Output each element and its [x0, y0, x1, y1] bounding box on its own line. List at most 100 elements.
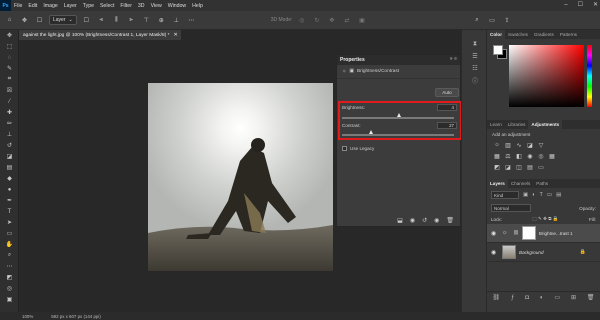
move-tool-icon[interactable]: ✥ — [19, 15, 30, 26]
hand-tool-icon[interactable]: ✋ — [0, 239, 19, 250]
new-adjustment-icon[interactable]: ◐ — [540, 295, 544, 301]
use-legacy-checkbox[interactable] — [342, 146, 347, 151]
contrast-slider-thumb[interactable] — [368, 130, 373, 134]
invert-icon[interactable]: ◩ — [493, 164, 501, 171]
menu-3d[interactable]: 3D — [135, 3, 148, 9]
layer-mask-thumbnail[interactable] — [521, 226, 536, 240]
workspace-icon[interactable]: ▭ — [486, 15, 497, 26]
brightness-adjust-icon[interactable]: ☼ — [493, 142, 501, 149]
new-layer-icon[interactable]: ⊞ — [571, 294, 576, 301]
photo-filter-icon[interactable]: ◉ — [526, 153, 534, 160]
color-swatch-icon[interactable]: ◩ — [0, 272, 19, 283]
kind-filter-dropdown[interactable]: Kind — [491, 191, 519, 199]
tab-swatches[interactable]: Swatches — [505, 30, 531, 39]
lasso-tool-icon[interactable]: ◌ — [0, 52, 19, 63]
align-middle-icon[interactable]: ⊕ — [156, 15, 167, 26]
reset-icon[interactable]: ↺ — [422, 217, 427, 224]
tab-paths[interactable]: Paths — [533, 179, 551, 188]
3d-roll-icon[interactable]: ↻ — [311, 15, 322, 26]
layer-row-background[interactable]: ◉ Background 🔒 — [487, 243, 600, 262]
type-tool-icon[interactable]: T — [0, 206, 19, 217]
pen-tool-icon[interactable]: ✒ — [0, 195, 19, 206]
brightness-field[interactable]: 4 — [437, 104, 457, 111]
contrast-field[interactable]: 27 — [437, 122, 457, 129]
rectangle-tool-icon[interactable]: ▭ — [0, 228, 19, 239]
more-options-icon[interactable]: ⋯ — [186, 15, 197, 26]
tab-gradients[interactable]: Gradients — [531, 30, 557, 39]
zoom-level[interactable]: 100% — [22, 314, 33, 319]
frame-tool-icon[interactable]: ☒ — [0, 85, 19, 96]
home-icon[interactable]: ⌂ — [4, 15, 15, 26]
menu-type[interactable]: Type — [80, 3, 97, 9]
color-lookup-icon[interactable]: ▦ — [548, 153, 556, 160]
layer-name[interactable]: Brightne...trast 1 — [539, 231, 573, 236]
threshold-icon[interactable]: ◫ — [515, 164, 523, 171]
history-icon[interactable]: ⧗ — [462, 38, 488, 50]
document-tab[interactable]: against the light.jpg @ 100% (Brightness… — [19, 30, 182, 40]
quick-mask-icon[interactable]: ◎ — [0, 283, 19, 294]
marquee-tool-icon[interactable]: ⬚ — [0, 41, 19, 52]
view-previous-icon[interactable]: ◉ — [410, 217, 415, 224]
tab-layers[interactable]: Layers — [487, 179, 508, 188]
smart-object-filter-icon[interactable]: ▤ — [556, 192, 561, 198]
visibility-icon[interactable]: ◉ — [434, 217, 439, 224]
tab-channels[interactable]: Channels — [508, 179, 533, 188]
menu-window[interactable]: Window — [165, 3, 189, 9]
align-bottom-icon[interactable]: ⊥ — [171, 15, 182, 26]
tab-libraries[interactable]: Libraries — [505, 120, 529, 129]
brush-tool-icon[interactable]: ✏ — [0, 118, 19, 129]
gradient-tool-icon[interactable]: ▤ — [0, 162, 19, 173]
visibility-eye-icon[interactable]: ◉ — [491, 249, 499, 256]
panel-menu-icon[interactable]: » ≡ — [450, 56, 457, 62]
search-icon[interactable]: ⌕ — [471, 15, 482, 26]
hue-slider[interactable] — [587, 45, 592, 107]
screen-mode-icon[interactable]: ▣ — [0, 294, 19, 305]
menu-select[interactable]: Select — [97, 3, 117, 9]
blend-mode-dropdown[interactable]: Normal — [491, 204, 531, 212]
levels-icon[interactable]: ▥ — [504, 142, 512, 149]
eyedropper-tool-icon[interactable]: ⁄ — [0, 96, 19, 107]
adjustment-filter-icon[interactable]: ◐ — [532, 192, 535, 198]
menu-help[interactable]: Help — [189, 3, 206, 9]
quick-select-tool-icon[interactable]: ✎ — [0, 63, 19, 74]
auto-select-dropdown[interactable]: Layer ⌄ — [49, 15, 77, 25]
lock-icon[interactable]: 🔒 — [580, 249, 586, 255]
move-tool-icon[interactable]: ✥ — [0, 30, 19, 41]
type-filter-icon[interactable]: T — [540, 192, 543, 198]
close-tab-icon[interactable]: ✕ — [173, 33, 177, 38]
link-layers-icon[interactable]: ⛓ — [492, 294, 500, 301]
align-left-icon[interactable]: ⫷ — [96, 15, 107, 26]
brightness-slider-track[interactable] — [342, 117, 454, 119]
color-picker-field[interactable] — [509, 45, 584, 107]
crop-tool-icon[interactable]: ⌗ — [0, 74, 19, 85]
history-brush-tool-icon[interactable]: ↺ — [0, 140, 19, 151]
mask-icon[interactable]: ▣ — [349, 69, 354, 74]
new-group-icon[interactable]: ▭ — [554, 294, 560, 301]
menu-file[interactable]: File — [11, 3, 25, 9]
pixel-filter-icon[interactable]: ▣ — [523, 192, 528, 198]
use-legacy-option[interactable]: Use Legacy — [342, 146, 374, 151]
auto-select-checkbox[interactable]: ☐ — [34, 15, 45, 26]
align-top-icon[interactable]: ⊤ — [141, 15, 152, 26]
delete-icon[interactable]: 🗑 — [446, 217, 454, 224]
contrast-slider-track[interactable] — [342, 134, 454, 136]
color-balance-icon[interactable]: ⚖ — [504, 153, 512, 160]
tab-learn[interactable]: Learn — [487, 120, 505, 129]
selective-color-icon[interactable]: ▤ — [526, 164, 534, 171]
tab-color[interactable]: Color — [487, 30, 505, 39]
clip-to-layer-icon[interactable]: ⬓ — [397, 217, 403, 224]
fx-icon[interactable]: ƒ — [511, 295, 514, 301]
posterize-icon[interactable]: ◪ — [504, 164, 512, 171]
auto-button[interactable]: Auto — [435, 88, 459, 97]
visibility-eye-icon[interactable]: ◉ — [491, 230, 499, 237]
menu-image[interactable]: Image — [40, 3, 60, 9]
info-icon[interactable]: ⓘ — [462, 74, 488, 86]
more-tools-icon[interactable]: ⋯ — [0, 261, 19, 272]
share-icon[interactable]: ⇪ — [501, 15, 512, 26]
menu-view[interactable]: View — [148, 3, 165, 9]
eraser-tool-icon[interactable]: ◪ — [0, 151, 19, 162]
foreground-color-swatch[interactable] — [493, 45, 503, 55]
vibrance-icon[interactable]: ▽ — [537, 142, 545, 149]
brightness-slider-thumb[interactable] — [396, 113, 401, 117]
minimize-button[interactable]: – — [564, 0, 567, 11]
